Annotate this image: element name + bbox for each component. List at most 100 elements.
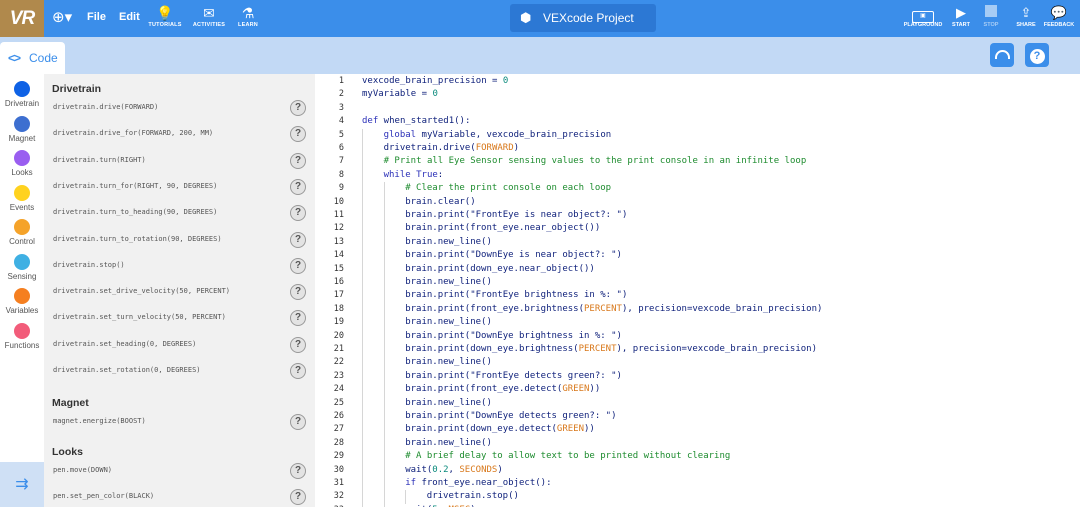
indent-guide (405, 490, 407, 504)
code-line[interactable]: 24 brain.print(front_eye.detect(GREEN)) (315, 383, 1080, 397)
code-line[interactable]: 9 # Clear the print console on each loop (315, 182, 1080, 196)
edit-menu[interactable]: Edit (119, 11, 140, 23)
help-icon[interactable]: ? (290, 152, 306, 169)
help-icon[interactable]: ? (290, 414, 306, 430)
toolbox-toggle-button[interactable]: ⇉ (0, 462, 44, 507)
globe-icon[interactable]: ⊕▾ (52, 8, 76, 28)
code-line[interactable]: 32 drivetrain.stop() (315, 490, 1080, 504)
toolbox-command[interactable]: drivetrain.set_drive_velocity(50, PERCEN… (44, 284, 315, 302)
code-line[interactable]: 1 vexcode_brain_precision = 0 (315, 75, 1080, 88)
category-looks[interactable]: Looks (0, 150, 44, 177)
help-icon[interactable]: ? (290, 205, 306, 222)
code-line[interactable]: 25 brain.new_line() (315, 396, 1080, 410)
code-line[interactable]: 8 while True: (315, 168, 1080, 183)
dashboard-button[interactable] (990, 43, 1014, 67)
code-line[interactable]: 18 brain.print(front_eye.brightness(PERCE… (315, 302, 1080, 317)
toolbox-command[interactable]: drivetrain.turn_to_heading(90, DEGREES)? (44, 205, 315, 223)
tab-code[interactable]: <> Code (0, 42, 65, 74)
file-menu[interactable]: File (87, 11, 106, 23)
code-line[interactable]: 19 brain.new_line() (315, 316, 1080, 330)
category-dot-icon (14, 150, 30, 166)
start-button[interactable]: ▶ START (950, 5, 972, 28)
code-line[interactable]: 5 global myVariable, vexcode_brain_precis… (315, 128, 1080, 142)
line-number: 20 (333, 330, 344, 341)
code-line[interactable]: 28 brain.new_line() (315, 436, 1080, 451)
code-line[interactable]: 23 brain.print("FrontEye detects green?: … (315, 369, 1080, 384)
category-drivetrain[interactable]: Drivetrain (0, 81, 44, 108)
toolbox-command[interactable]: drivetrain.set_turn_velocity(50, PERCENT… (44, 310, 315, 328)
code-text: brain.print("FrontEye brightness in %: "… (405, 289, 627, 302)
code-line[interactable]: 10 brain.clear() (315, 195, 1080, 209)
help-icon[interactable]: ? (290, 257, 306, 274)
toolbox-command[interactable]: drivetrain.drive_for(FORWARD, 200, MM)? (44, 126, 315, 144)
code-line[interactable]: 20 brain.print("DownEye brightness in %: … (315, 329, 1080, 343)
line-number: 2 (338, 89, 344, 100)
help-icon[interactable]: ? (290, 126, 306, 143)
code-line[interactable]: 16 brain.new_line() (315, 276, 1080, 290)
help-icon[interactable]: ? (290, 310, 306, 327)
project-name-button[interactable]: ⬢ VEXcode Project (510, 4, 656, 32)
start-label: START (952, 22, 970, 28)
code-line[interactable]: 26 brain.print("DownEye detects green?: "… (315, 410, 1080, 424)
toolbox-command[interactable]: drivetrain.turn_to_rotation(90, DEGREES)… (44, 231, 315, 250)
toolbox-command[interactable]: pen.set_pen_color(BLACK)? (44, 489, 315, 507)
toolbox-command[interactable]: pen.move(DOWN)? (44, 463, 315, 481)
activities-button[interactable]: ✉ ACTIVITIES (189, 4, 229, 28)
code-line[interactable]: 11 brain.print("FrontEye is near object?:… (315, 209, 1080, 223)
code-editor[interactable]: 1 vexcode_brain_precision = 0 2 myVariable … (315, 74, 1080, 507)
help-button[interactable]: ? (1025, 43, 1049, 67)
category-sensing[interactable]: Sensing (0, 253, 44, 281)
help-icon[interactable]: ? (290, 463, 306, 479)
code-line[interactable]: 13 brain.new_line() (315, 235, 1080, 250)
code-token: SECONDS (459, 464, 498, 475)
playground-icon: ▣ (902, 5, 944, 23)
lightbulb-icon: 💡 (156, 5, 174, 21)
code-line[interactable]: 2 myVariable = 0 (315, 88, 1080, 101)
toolbox-command[interactable]: drivetrain.set_rotation(0, DEGREES)? (44, 363, 315, 381)
category-functions[interactable]: Functions (0, 322, 44, 350)
help-icon[interactable]: ? (290, 363, 306, 379)
code-line[interactable]: 4 def when_started1(): (315, 115, 1080, 128)
help-icon[interactable]: ? (290, 336, 306, 353)
help-icon[interactable]: ? (290, 178, 306, 195)
share-button[interactable]: ⇪ SHARE (1013, 5, 1039, 28)
code-line[interactable]: 27 brain.print(down_eye.detect(GREEN)) (315, 423, 1080, 437)
code-line[interactable]: 29 # A brief delay to allow text to be pr… (315, 450, 1080, 464)
category-magnet[interactable]: Magnet (0, 115, 44, 143)
code-line[interactable]: 30 wait(0.2, SECONDS) (315, 463, 1080, 477)
toolbox-command[interactable]: drivetrain.turn_for(RIGHT, 90, DEGREES)? (44, 178, 315, 197)
line-number: 13 (333, 236, 344, 247)
help-icon[interactable]: ? (290, 231, 306, 248)
project-name: VEXcode Project (543, 11, 634, 25)
help-icon[interactable]: ? (290, 489, 306, 506)
indent-guide (362, 450, 363, 464)
toolbox-command[interactable]: drivetrain.stop()? (44, 257, 315, 276)
code-line[interactable]: 15 brain.print(down_eye.near_object()) (315, 262, 1080, 276)
help-icon[interactable]: ? (290, 284, 306, 301)
tutorials-button[interactable]: 💡 TUTORIALS (145, 4, 185, 28)
feedback-button[interactable]: 💬 FEEDBACK (1043, 5, 1075, 28)
category-events[interactable]: Events (0, 184, 44, 212)
code-line[interactable]: 7 # Print all Eye Sensor sensing values t… (315, 155, 1080, 169)
code-line[interactable]: 12 brain.print(front_eye.near_object()) (315, 222, 1080, 236)
code-line[interactable]: 14 brain.print("DownEye is near object?: … (315, 249, 1080, 263)
code-line[interactable]: 21 brain.print(down_eye.brightness(PERCEN… (315, 343, 1080, 357)
line-number: 7 (338, 156, 344, 167)
code-token: 0.2 (432, 464, 449, 475)
learn-button[interactable]: ⚗ LEARN (228, 4, 268, 28)
code-line[interactable]: 22 brain.new_line() (315, 356, 1080, 370)
code-line[interactable]: 3 (315, 102, 1080, 115)
stop-button[interactable]: STOP (980, 5, 1002, 28)
toolbox-command[interactable]: drivetrain.set_heading(0, DEGREES)? (44, 336, 315, 355)
code-line[interactable]: 6 drivetrain.drive(FORWARD) (315, 142, 1080, 156)
toolbox-command[interactable]: drivetrain.turn(RIGHT)? (44, 152, 315, 171)
code-line[interactable]: 31 if front_eye.near_object(): (315, 477, 1080, 491)
category-variables[interactable]: Variables (0, 288, 44, 315)
toolbox-command[interactable]: drivetrain.drive(FORWARD)? (44, 100, 315, 118)
playground-button[interactable]: ▣ PLAYGROUND (902, 5, 944, 28)
code-token: brain.print(down_eye.near_object()) (405, 263, 595, 274)
toolbox-command[interactable]: magnet.energize(BOOST)? (44, 414, 315, 432)
code-line[interactable]: 17 brain.print("FrontEye brightness in %:… (315, 289, 1080, 303)
help-icon[interactable]: ? (290, 100, 306, 116)
category-control[interactable]: Control (0, 219, 44, 246)
